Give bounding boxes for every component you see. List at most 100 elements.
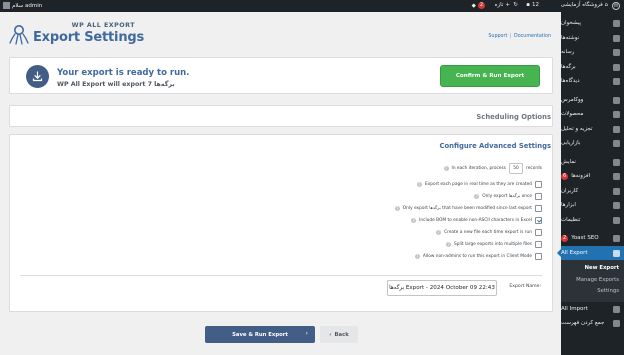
- sidebar-item-plugins[interactable]: افزونه‌ها 6: [561, 169, 624, 184]
- sidebar-badge: 2: [561, 234, 569, 242]
- help-links: Support | Documentation: [488, 34, 551, 39]
- scheduling-options-panel[interactable]: Scheduling Options: [9, 105, 553, 127]
- sidebar-item-label: تجزیه و تحلیل: [561, 125, 593, 132]
- collapse-icon: [613, 320, 620, 327]
- tools-icon: [613, 202, 620, 209]
- sidebar-item-marketing[interactable]: بازاریابی: [561, 136, 624, 151]
- advanced-settings-panel: Configure Advanced Settings ? In each it…: [9, 134, 553, 312]
- sidebar-item-label: رسانه: [561, 49, 575, 56]
- sidebar-item-all-import[interactable]: All Import: [561, 302, 624, 317]
- help-icon[interactable]: ?: [414, 254, 420, 259]
- sidebar-item-woocommerce[interactable]: ووکامرس: [561, 93, 624, 108]
- all-export-submenu: New Export Manage Exports Settings: [561, 260, 624, 302]
- scheduling-options-title[interactable]: Scheduling Options: [476, 113, 551, 121]
- download-icon: [26, 65, 49, 88]
- sidebar-item-label: پیشخوان: [561, 20, 582, 27]
- sidebar-item-label: برگه‌ها: [561, 63, 576, 70]
- help-icon[interactable]: ?: [443, 166, 449, 171]
- home-icon: ⌂: [604, 2, 609, 8]
- admin-bar-comments[interactable]: ▪ 12: [526, 2, 539, 8]
- admin-bar-site-name[interactable]: ⌂ فروشگاه آزمایشی: [561, 2, 608, 8]
- option-checkbox[interactable]: [535, 205, 542, 212]
- advanced-option[interactable]: ? Allow non-admins to run this export in …: [414, 252, 542, 261]
- advanced-option[interactable]: ? Only export برگه‌ها once: [474, 192, 542, 201]
- sidebar-item-all-export[interactable]: All Export: [557, 245, 624, 260]
- sidebar-item-appearance[interactable]: نمایش: [561, 155, 624, 170]
- submenu-item[interactable]: Manage Exports: [561, 275, 624, 287]
- comments-icon: [613, 78, 620, 85]
- media-icon: [613, 49, 620, 56]
- help-icon[interactable]: ?: [394, 206, 400, 211]
- advanced-option[interactable]: ? Include BOM to enable non-ASCII charact…: [411, 216, 542, 225]
- appearance-icon: [613, 158, 620, 166]
- sidebar-item-pin[interactable]: نوشته‌ها: [561, 31, 624, 46]
- sidebar-item-media[interactable]: رسانه: [561, 45, 624, 60]
- documentation-link[interactable]: Documentation: [514, 34, 551, 39]
- export-ready-panel: Your export is ready to run. WP All Expo…: [9, 57, 553, 94]
- admin-bar: W ⌂ فروشگاه آزمایشی ▪ 12 ↻ تازه + ◆ 2 سل…: [0, 0, 624, 12]
- export-name-input[interactable]: برگه‌ها Export - 2024 October 09 22:43: [387, 280, 497, 296]
- sidebar-item-dashboard[interactable]: پیشخوان: [561, 16, 624, 31]
- marketing-icon: [613, 140, 620, 147]
- woocommerce-icon: [613, 96, 620, 104]
- option-label: Include BOM to enable non-ASCII characte…: [419, 218, 532, 223]
- help-icon[interactable]: ?: [436, 230, 442, 235]
- help-icon[interactable]: ?: [446, 242, 452, 247]
- comments-icon: ▪: [526, 2, 530, 8]
- admin-bar-account[interactable]: سلام admin: [3, 2, 42, 9]
- option-checkbox[interactable]: [535, 181, 542, 188]
- option-checkbox[interactable]: [535, 217, 542, 224]
- help-icon[interactable]: ?: [416, 182, 422, 187]
- advanced-settings-title[interactable]: Configure Advanced Settings: [439, 142, 551, 150]
- sidebar-item-label: نوشته‌ها: [561, 34, 580, 41]
- sidebar-item-collapse[interactable]: جمع کردن فهرست: [561, 316, 624, 331]
- records-per-iteration-input[interactable]: 50: [509, 163, 524, 174]
- sidebar-item-yoast[interactable]: Yoast SEO 2: [561, 231, 624, 246]
- sidebar-badge: 6: [561, 172, 569, 180]
- updates-icon: ↻: [513, 2, 518, 8]
- sidebar-item-comments[interactable]: دیدگاه‌ها: [561, 74, 624, 89]
- sidebar-item-analytics[interactable]: تجزیه و تحلیل: [561, 122, 624, 137]
- sidebar-item-products[interactable]: محصولات: [561, 107, 624, 122]
- submenu-item[interactable]: New Export: [561, 263, 624, 275]
- option-checkbox[interactable]: [535, 253, 542, 260]
- advanced-option[interactable]: ? Split large exports into multiple files: [446, 240, 542, 249]
- help-icon[interactable]: ?: [474, 194, 480, 199]
- admin-bar-plugin-menu[interactable]: ◆ 2: [472, 2, 485, 9]
- confirm-run-export-button[interactable]: Confirm & Run Export: [440, 65, 540, 87]
- ready-title: Your export is ready to run.: [57, 68, 190, 78]
- page-title: Export Settings: [33, 30, 145, 45]
- option-label: Split large exports into multiple files: [454, 242, 532, 247]
- back-button[interactable]: ‹ Back: [320, 326, 358, 343]
- settings-icon: [613, 216, 620, 224]
- submenu-item[interactable]: Settings: [561, 286, 624, 298]
- admin-bar-updates[interactable]: ↻: [513, 2, 518, 8]
- plugins-icon: [613, 173, 620, 180]
- save-run-export-button[interactable]: Save & Run Export ›: [205, 326, 315, 343]
- iteration-row: ? In each iteration, process 50 records: [443, 163, 542, 174]
- option-checkbox[interactable]: [535, 229, 542, 236]
- sidebar-item-label: ووکامرس: [561, 96, 584, 103]
- wordpress-icon[interactable]: W: [612, 2, 620, 10]
- sidebar-item-tools[interactable]: ابزارها: [561, 198, 624, 213]
- sidebar-item-label: محصولات: [561, 111, 584, 118]
- sidebar-item-pages[interactable]: برگه‌ها: [561, 60, 624, 75]
- advanced-option[interactable]: ? Create a new file each time export is r…: [436, 228, 542, 237]
- plus-icon: +: [505, 2, 510, 8]
- help-icon[interactable]: ?: [411, 218, 417, 223]
- admin-bar-new[interactable]: تازه +: [495, 2, 510, 8]
- sidebar-item-users[interactable]: کاربران: [561, 184, 624, 199]
- option-label: Export each page in real time as they ar…: [424, 182, 532, 187]
- pin-icon: [613, 34, 620, 42]
- chevron-left-icon: ‹: [329, 331, 332, 338]
- support-link[interactable]: Support: [488, 34, 507, 39]
- option-checkbox[interactable]: [535, 241, 542, 248]
- updates-badge: 2: [477, 2, 485, 9]
- advanced-option[interactable]: ? Export each page in real time as they a…: [416, 180, 542, 189]
- advanced-option[interactable]: ? Only export برگه‌ها that have been modi…: [394, 204, 542, 213]
- sidebar-item-label: ابزارها: [561, 202, 576, 209]
- option-checkbox[interactable]: [535, 193, 542, 200]
- admin-sidebar: پیشخوان نوشته‌ها رسانه برگه‌ها دیدگاه‌ها ووکا…: [557, 12, 624, 355]
- sidebar-item-label: Yoast SEO: [571, 235, 599, 242]
- sidebar-item-settings[interactable]: تنظیمات: [561, 213, 624, 228]
